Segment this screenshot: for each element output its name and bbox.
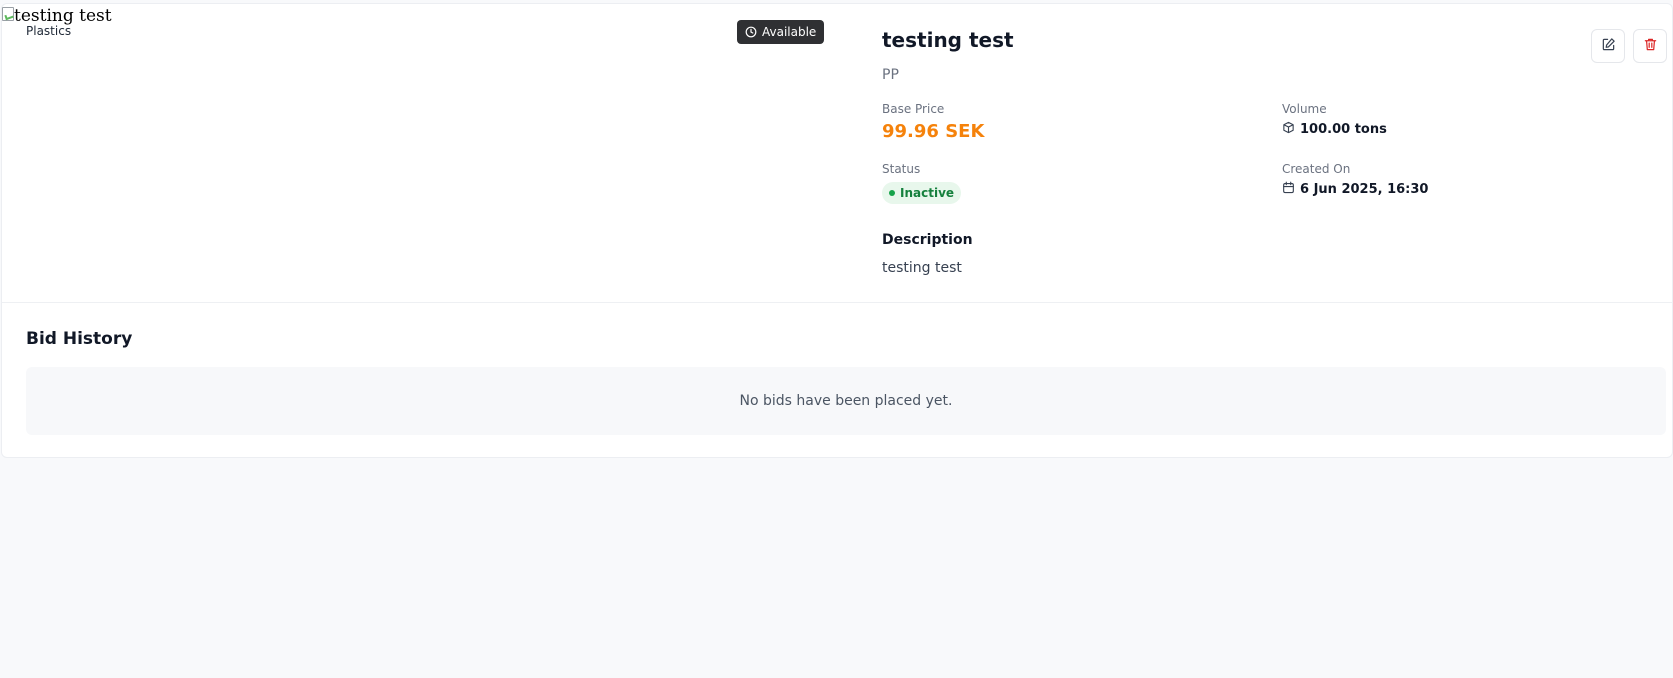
broken-image-icon <box>2 7 14 21</box>
status-label: Status <box>882 162 921 176</box>
status-badge: Inactive <box>882 182 962 204</box>
material-code: PP <box>882 67 899 83</box>
clock-icon <box>745 26 757 38</box>
volume-label: Volume <box>1282 102 1327 116</box>
edit-icon <box>1601 37 1616 56</box>
trash-icon <box>1643 37 1658 56</box>
edit-button[interactable] <box>1591 29 1625 63</box>
base-price-label: Base Price <box>882 102 945 116</box>
category-tag: Plastics <box>26 24 72 38</box>
created-text: 6 Jun 2025, 16:30 <box>1300 182 1429 197</box>
section-divider <box>2 302 1672 303</box>
status-text: Inactive <box>900 186 955 200</box>
bid-history-empty-state: No bids have been placed yet. <box>26 367 1666 435</box>
volume-value: 100.00 tons <box>1282 121 1387 138</box>
bid-history-heading: Bid History <box>26 329 133 349</box>
volume-text: 100.00 tons <box>1300 122 1387 137</box>
bid-empty-message: No bids have been placed yet. <box>739 393 953 409</box>
created-label: Created On <box>1282 162 1351 176</box>
description-heading: Description <box>882 232 973 248</box>
description-text: testing test <box>882 260 962 276</box>
listing-details: testing test PP Base Price 99.96 SEK Vol… <box>882 4 1662 302</box>
calendar-icon <box>1282 181 1295 198</box>
base-price-value: 99.96 SEK <box>882 121 985 142</box>
listing-card: testing test Plastics Available testing … <box>1 3 1673 458</box>
delete-button[interactable] <box>1633 29 1667 63</box>
box-icon <box>1282 121 1295 138</box>
listing-image-area: testing test Plastics Available <box>2 4 832 302</box>
availability-label: Available <box>762 25 817 39</box>
listing-title: testing test <box>882 28 1014 52</box>
created-value: 6 Jun 2025, 16:30 <box>1282 181 1428 198</box>
availability-badge: Available <box>737 20 825 44</box>
status-dot <box>889 190 895 196</box>
